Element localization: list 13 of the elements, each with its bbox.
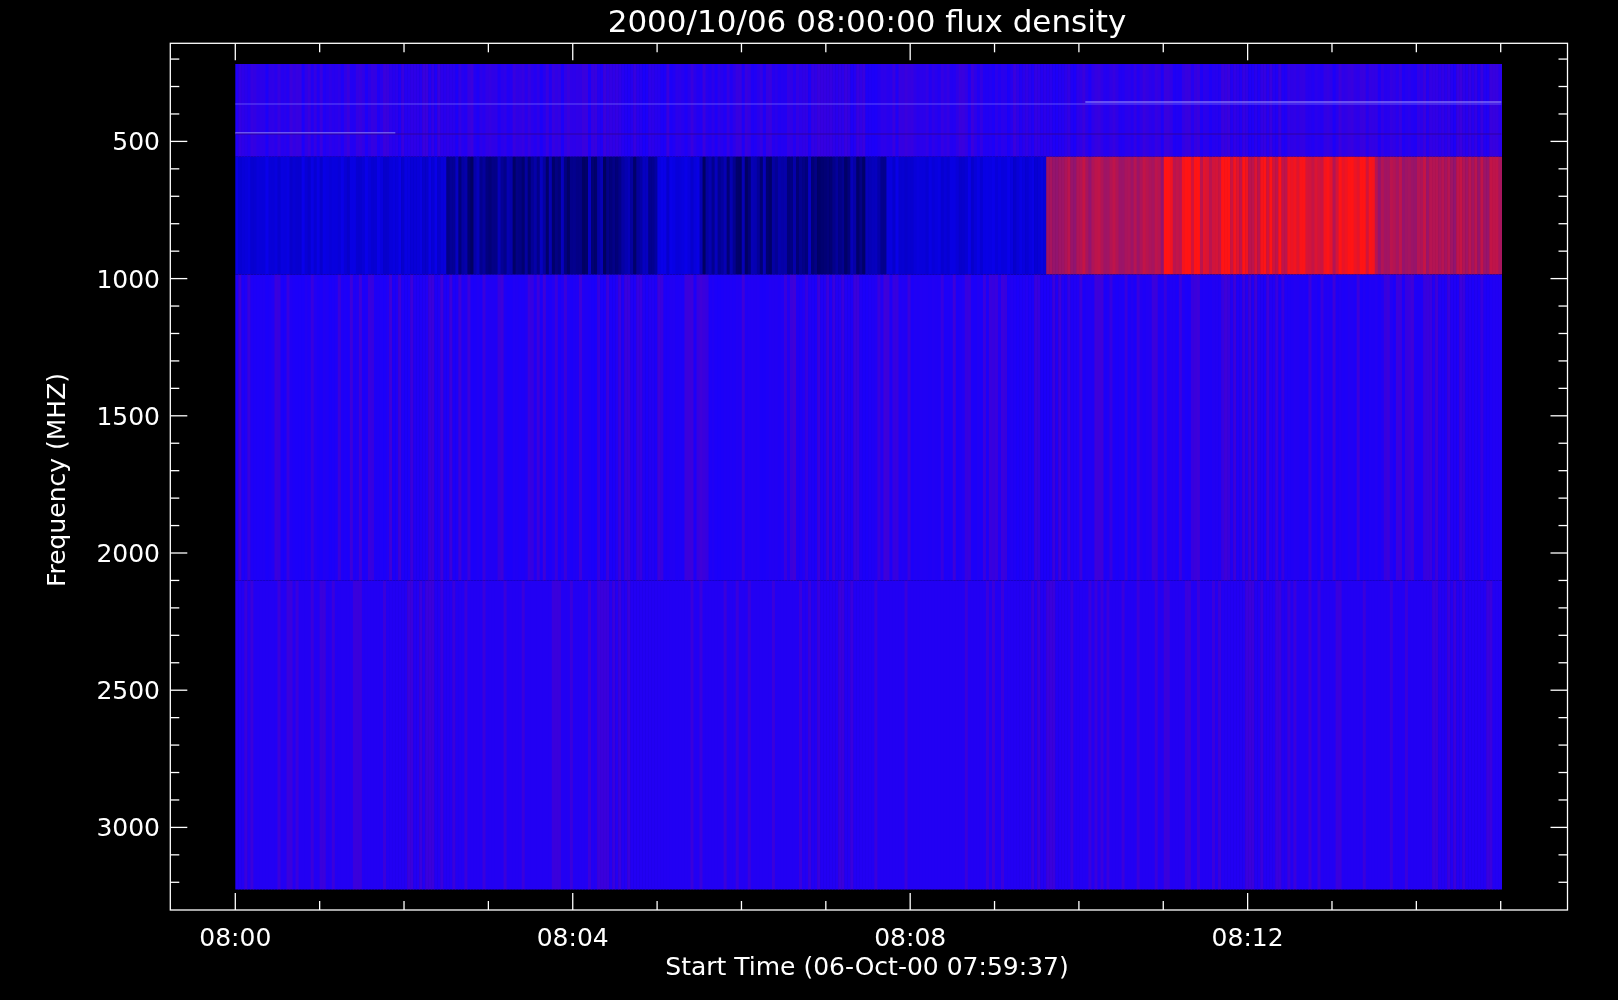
plot-title: 2000/10/06 08:00:00 flux density [607, 3, 1127, 39]
y-tick-label: 2000 [96, 539, 160, 568]
x-axis-label: Start Time (06-Oct-00 07:59:37) [665, 952, 1069, 981]
x-tick-label: 08:04 [536, 923, 609, 952]
y-axis-label: Frequency (MHZ) [42, 372, 71, 588]
x-tick-label: 08:12 [1211, 923, 1284, 952]
y-tick-label: 3000 [96, 813, 160, 843]
y-tick-label: 2500 [96, 676, 160, 706]
x-tick-label: 08:08 [874, 923, 947, 952]
y-tick-label: 1500 [96, 401, 160, 431]
y-tick-label: 500 [112, 127, 160, 157]
y-tick-label: 1000 [96, 264, 160, 294]
x-tick-label: 08:00 [199, 923, 272, 952]
